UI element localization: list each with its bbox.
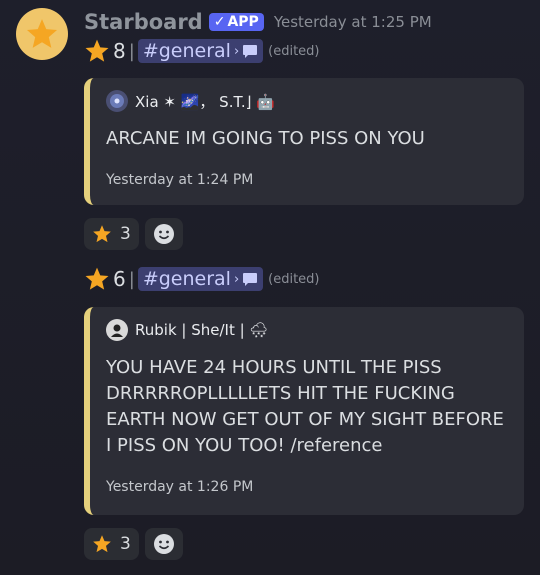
app-badge-label: APP — [227, 14, 259, 30]
channel-mention[interactable]: #general › — [137, 39, 264, 63]
star-line: 6 | #general › (edited) — [84, 266, 320, 292]
star-icon — [26, 19, 58, 48]
embed-author: Xia ✶ 🌌， S.T.⌋ 🤖 — [106, 90, 508, 112]
star-line: 8 | #general › (edited) — [84, 38, 320, 64]
smiley-icon — [153, 534, 174, 554]
check-icon: ✓ — [213, 14, 226, 30]
star-icon — [93, 225, 111, 243]
author-name[interactable]: Xia ✶ 🌌， S.T.⌋ 🤖 — [135, 91, 275, 112]
channel-name: #general — [142, 40, 231, 62]
add-reaction-button[interactable] — [144, 218, 183, 250]
embed-footer-timestamp: Yesterday at 1:26 PM — [106, 479, 254, 495]
reaction-count: 3 — [120, 534, 131, 554]
star-count: 8 — [113, 39, 126, 63]
edited-label: (edited) — [268, 271, 320, 287]
bot-username[interactable]: Starboard — [84, 10, 203, 34]
message-embed: Rubik | She/It | 🌨 YOU HAVE 24 HOURS UNT… — [84, 307, 524, 515]
reaction-bar: 3 — [84, 528, 183, 560]
chevron-right-icon: › — [233, 43, 240, 59]
chat-bubble-icon — [243, 44, 258, 58]
chevron-right-icon: › — [233, 271, 240, 287]
star-icon — [85, 39, 109, 62]
message-embed: Xia ✶ 🌌， S.T.⌋ 🤖 ARCANE IM GOING TO PISS… — [84, 78, 524, 205]
star-icon — [93, 535, 111, 553]
smiley-icon — [153, 224, 174, 244]
separator: | — [128, 268, 135, 290]
reaction-bar: 3 — [84, 218, 183, 250]
message-timestamp: Yesterday at 1:25 PM — [273, 13, 432, 31]
edited-label: (edited) — [268, 43, 320, 59]
person-icon — [111, 324, 123, 337]
star-reaction[interactable]: 3 — [84, 218, 139, 250]
embed-footer-timestamp: Yesterday at 1:24 PM — [106, 172, 254, 188]
star-reaction[interactable]: 3 — [84, 528, 139, 560]
galaxy-icon — [110, 94, 124, 108]
add-reaction-button[interactable] — [144, 528, 183, 560]
author-avatar[interactable] — [106, 319, 128, 341]
embed-author: Rubik | She/It | 🌨 — [106, 319, 508, 341]
author-name[interactable]: Rubik | She/It | 🌨 — [135, 321, 268, 339]
embed-description: ARCANE IM GOING TO PISS ON YOU — [106, 128, 425, 149]
app-badge: ✓ APP — [208, 13, 264, 31]
star-icon — [85, 267, 109, 290]
embed-description: YOU HAVE 24 HOURS UNTIL THE PISS DRRRRRO… — [106, 357, 504, 456]
star-count: 6 — [113, 267, 126, 291]
author-avatar[interactable] — [106, 90, 128, 112]
bot-avatar[interactable] — [16, 8, 68, 60]
channel-name: #general — [142, 268, 231, 290]
message-header: Starboard ✓ APP Yesterday at 1:25 PM — [84, 10, 432, 34]
channel-mention[interactable]: #general › — [137, 267, 264, 291]
reaction-count: 3 — [120, 224, 131, 244]
separator: | — [128, 40, 135, 62]
chat-bubble-icon — [243, 272, 258, 286]
